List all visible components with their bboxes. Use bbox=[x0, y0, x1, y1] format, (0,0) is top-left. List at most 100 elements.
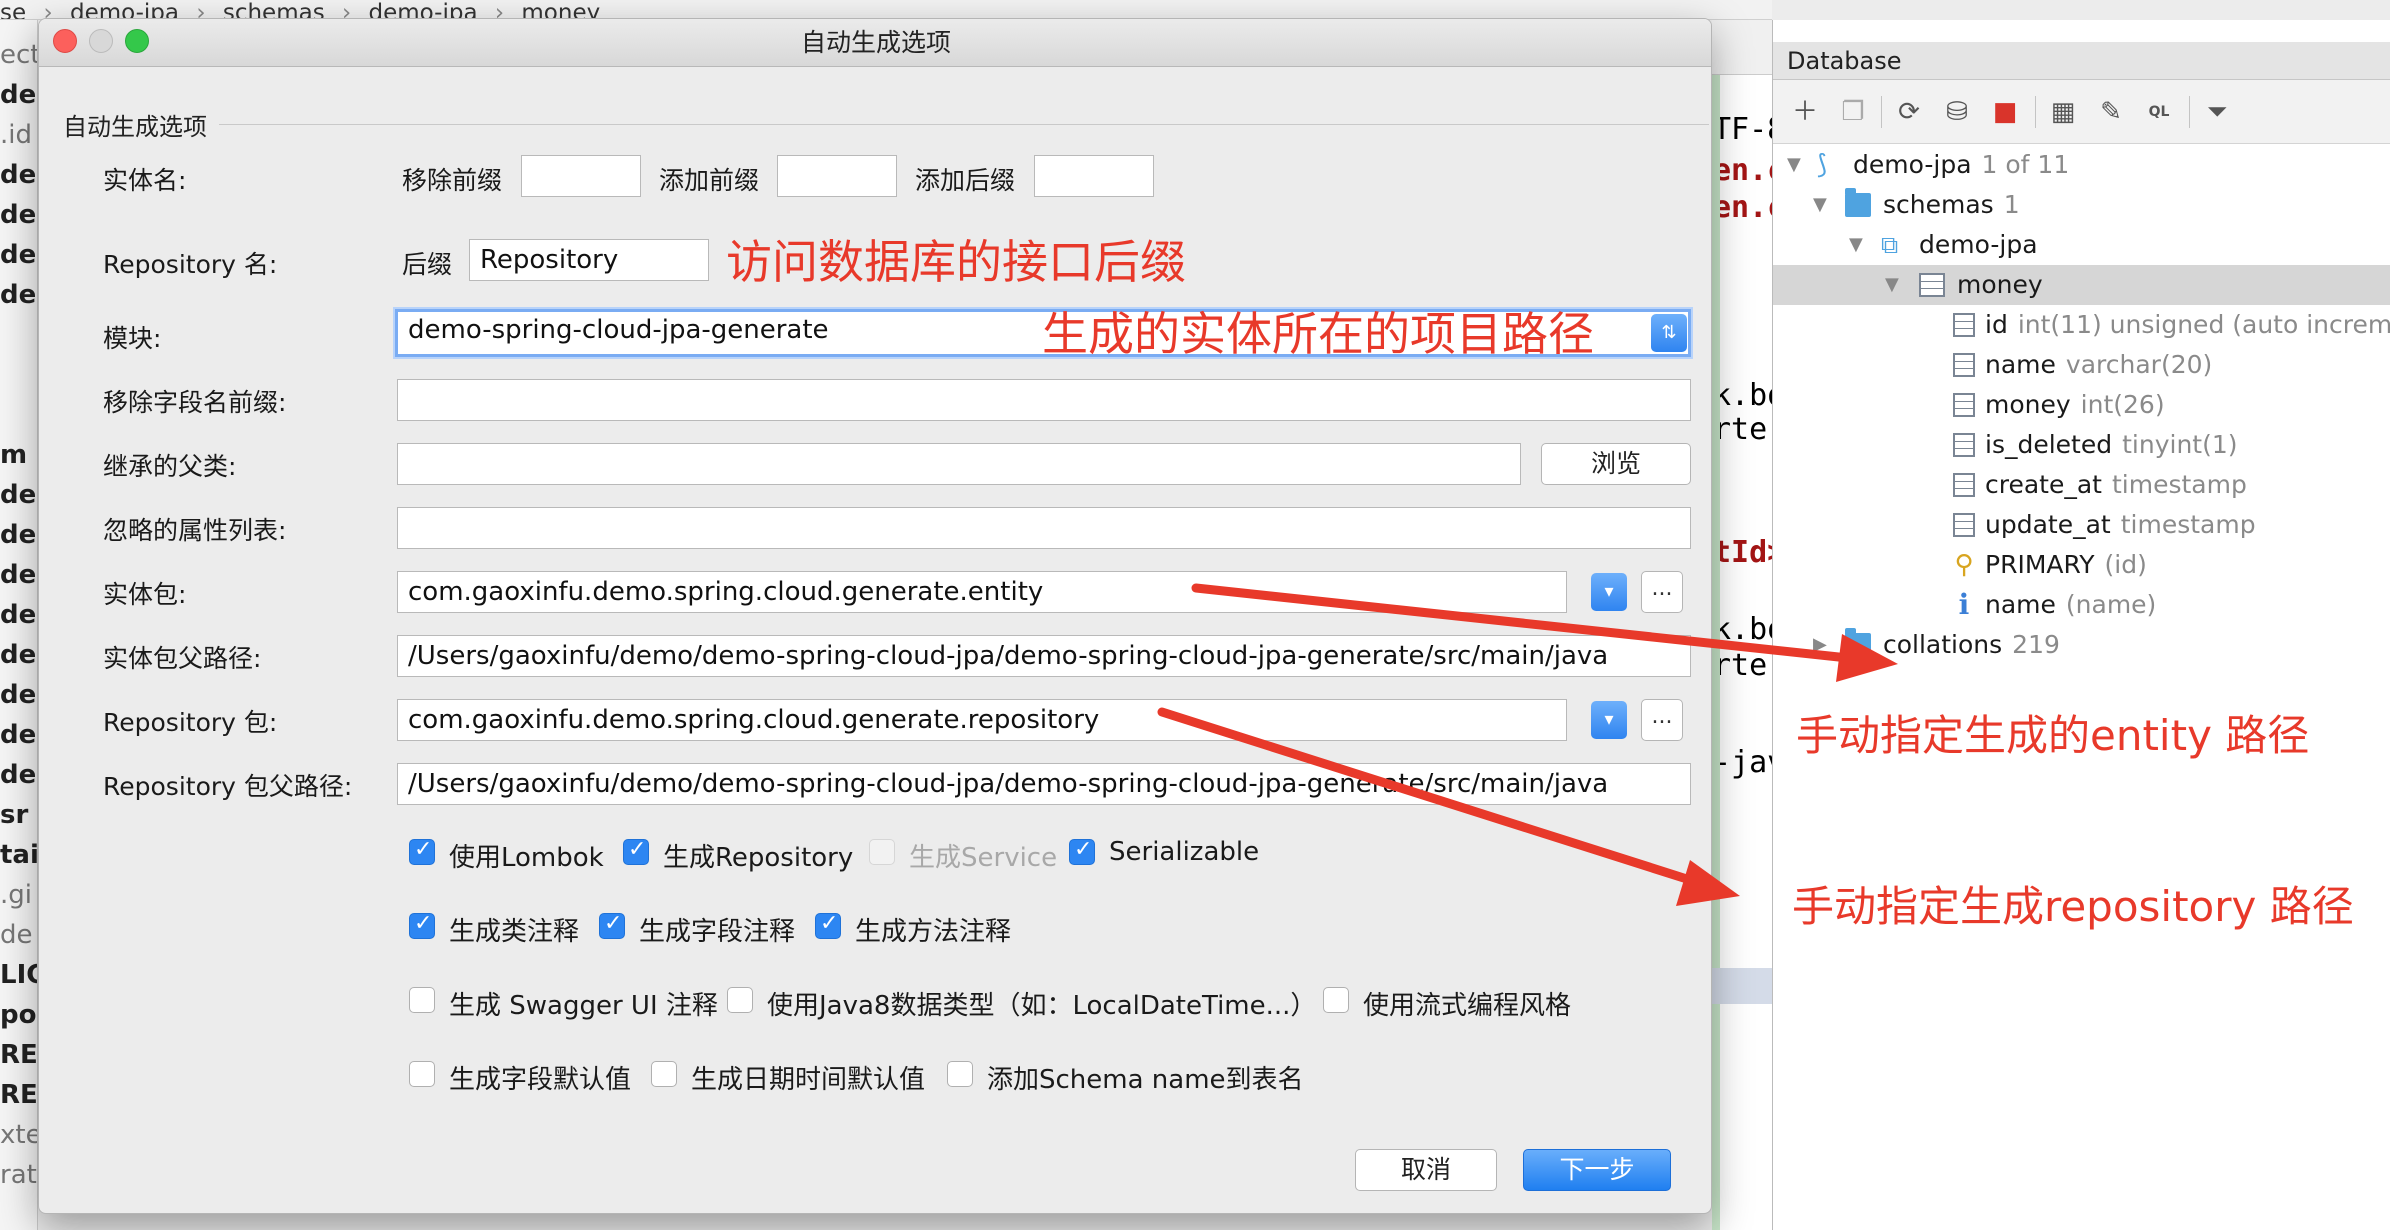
stop-icon[interactable]: ■ bbox=[1987, 94, 2023, 130]
breadcrumb-item[interactable]: se bbox=[0, 2, 26, 20]
tree-node-column[interactable]: money int(26) bbox=[1773, 385, 2390, 425]
datetime-default-checkbox[interactable] bbox=[651, 1061, 677, 1087]
swagger-comment-checkbox[interactable] bbox=[409, 987, 435, 1013]
refresh-icon[interactable]: ⟳ bbox=[1891, 94, 1927, 130]
expand-arrow-icon[interactable]: ▼ bbox=[1885, 265, 1899, 305]
entity-package-dropdown-icon[interactable]: ▾ bbox=[1591, 573, 1627, 611]
repository-package-dropdown-icon[interactable]: ▾ bbox=[1591, 701, 1627, 739]
fluent-style-label[interactable]: 使用流式编程风格 bbox=[1363, 985, 1571, 1022]
project-tree-item[interactable]: de bbox=[0, 640, 37, 676]
repository-package-select[interactable]: com.gaoxinfu.demo.spring.cloud.generate.… bbox=[397, 699, 1567, 741]
project-tree-item[interactable]: po bbox=[0, 1000, 37, 1036]
tree-node-schemas[interactable]: ▼ schemas 1 bbox=[1773, 185, 2390, 225]
project-tree-item[interactable]: sr bbox=[0, 800, 37, 836]
repository-parent-path-input[interactable]: /Users/gaoxinfu/demo/demo-spring-cloud-j… bbox=[397, 763, 1691, 805]
project-tree-item[interactable]: LIC bbox=[0, 960, 37, 996]
tree-node-schema[interactable]: ▼ ⧉ demo-jpa bbox=[1773, 225, 2390, 265]
serializable-checkbox[interactable] bbox=[1069, 837, 1095, 865]
tree-node-column[interactable]: is_deleted tinyint(1) bbox=[1773, 425, 2390, 465]
class-comment-checkbox[interactable] bbox=[409, 911, 435, 939]
project-tree-item[interactable]: de bbox=[0, 480, 37, 516]
project-tree-item[interactable]: ect bbox=[0, 40, 37, 76]
datetime-default-label[interactable]: 生成日期时间默认值 bbox=[691, 1059, 925, 1096]
add-icon[interactable]: ＋ bbox=[1787, 94, 1823, 130]
entity-package-more-button[interactable]: ... bbox=[1641, 571, 1683, 613]
project-tree-item[interactable]: de bbox=[0, 160, 37, 196]
java8-types-checkbox[interactable] bbox=[727, 987, 753, 1013]
method-comment-label[interactable]: 生成方法注释 bbox=[855, 911, 1011, 948]
filter-icon[interactable]: ⏷ bbox=[2199, 94, 2235, 130]
entity-package-select[interactable]: com.gaoxinfu.demo.spring.cloud.generate.… bbox=[397, 571, 1567, 613]
project-tree-item[interactable]: .id bbox=[0, 120, 37, 156]
class-comment-label[interactable]: 生成类注释 bbox=[449, 911, 579, 948]
java8-types-label[interactable]: 使用Java8数据类型（如：LocalDateTime...） bbox=[767, 985, 1316, 1022]
generate-repository-label[interactable]: 生成Repository bbox=[663, 837, 853, 874]
project-tree-item[interactable]: de bbox=[0, 600, 37, 636]
project-tree-item[interactable]: .gi bbox=[0, 880, 37, 916]
parent-class-input[interactable] bbox=[397, 443, 1521, 485]
duplicate-icon[interactable]: ❐ bbox=[1835, 94, 1871, 130]
dialog-titlebar[interactable]: 自动生成选项 bbox=[39, 19, 1711, 67]
expand-arrow-icon[interactable]: ▼ bbox=[1849, 225, 1863, 265]
fluent-style-checkbox[interactable] bbox=[1323, 987, 1349, 1013]
serializable-label[interactable]: Serializable bbox=[1109, 837, 1259, 867]
project-tree-item[interactable]: de bbox=[0, 680, 37, 716]
tree-node-collations[interactable]: ▶ collations 219 bbox=[1773, 625, 2390, 665]
close-window-button[interactable] bbox=[53, 29, 77, 53]
expand-arrow-icon[interactable]: ▼ bbox=[1787, 145, 1801, 185]
use-lombok-label[interactable]: 使用Lombok bbox=[449, 837, 604, 874]
project-tree-item[interactable] bbox=[0, 320, 37, 356]
field-comment-label[interactable]: 生成字段注释 bbox=[639, 911, 795, 948]
swagger-comment-label[interactable]: 生成 Swagger UI 注释 bbox=[449, 985, 718, 1022]
maximize-window-button[interactable] bbox=[125, 29, 149, 53]
tree-node-column[interactable]: update_at timestamp bbox=[1773, 505, 2390, 545]
use-lombok-checkbox[interactable] bbox=[409, 837, 435, 865]
project-tree-item[interactable]: de bbox=[0, 240, 37, 276]
code-editor[interactable]: TF-8en.cen.ck.bortertId>k.borter-jav bbox=[1712, 75, 1772, 1230]
expand-arrow-icon[interactable]: ▼ bbox=[1813, 185, 1827, 225]
project-tree-item[interactable]: m bbox=[0, 440, 37, 476]
project-tree-item[interactable]: RE bbox=[0, 1080, 37, 1116]
schema-sync-icon[interactable]: ⛁ bbox=[1939, 94, 1975, 130]
entity-parent-path-input[interactable]: /Users/gaoxinfu/demo/demo-spring-cloud-j… bbox=[397, 635, 1691, 677]
project-tree-item[interactable]: dem bbox=[0, 80, 37, 116]
sql-console-icon[interactable]: QL bbox=[2141, 94, 2177, 130]
repository-suffix-input[interactable]: Repository bbox=[469, 239, 709, 281]
generate-repository-checkbox[interactable] bbox=[623, 837, 649, 865]
project-tree-item[interactable]: de bbox=[0, 920, 37, 956]
minimize-window-button[interactable] bbox=[89, 29, 113, 53]
collapse-arrow-icon[interactable]: ▶ bbox=[1813, 625, 1827, 665]
method-comment-checkbox[interactable] bbox=[815, 911, 841, 939]
tree-node-index[interactable]: i name (name) bbox=[1773, 585, 2390, 625]
tree-node-column[interactable]: create_at timestamp bbox=[1773, 465, 2390, 505]
project-tree-item[interactable]: de bbox=[0, 760, 37, 796]
schema-name-label[interactable]: 添加Schema name到表名 bbox=[987, 1059, 1304, 1096]
project-tree-item[interactable]: de bbox=[0, 280, 37, 316]
project-tree-item[interactable]: de bbox=[0, 520, 37, 556]
tree-node-column[interactable]: name varchar(20) bbox=[1773, 345, 2390, 385]
project-tree-item[interactable]: rat bbox=[0, 1160, 37, 1196]
schema-name-checkbox[interactable] bbox=[947, 1061, 973, 1087]
tree-node-primary-key[interactable]: ⚲ PRIMARY (id) bbox=[1773, 545, 2390, 585]
field-default-checkbox[interactable] bbox=[409, 1061, 435, 1087]
add-prefix-input[interactable] bbox=[777, 155, 897, 197]
repository-package-more-button[interactable]: ... bbox=[1641, 699, 1683, 741]
add-suffix-input[interactable] bbox=[1034, 155, 1154, 197]
project-tree-item[interactable]: de bbox=[0, 200, 37, 236]
field-default-label[interactable]: 生成字段默认值 bbox=[449, 1059, 631, 1096]
project-tree-item[interactable]: de bbox=[0, 720, 37, 756]
project-tree-item[interactable]: RE bbox=[0, 1040, 37, 1076]
remove-field-prefix-input[interactable] bbox=[397, 379, 1691, 421]
project-tree-item[interactable]: tai bbox=[0, 840, 37, 876]
module-dropdown-icon[interactable]: ⇅ bbox=[1651, 314, 1687, 352]
field-comment-checkbox[interactable] bbox=[599, 911, 625, 939]
project-tree-item[interactable] bbox=[0, 400, 37, 436]
project-tree-item[interactable]: xte bbox=[0, 1120, 37, 1156]
table-view-icon[interactable]: ▦ bbox=[2045, 94, 2081, 130]
tree-node-table[interactable]: ▼ money bbox=[1773, 265, 2390, 305]
ignore-props-input[interactable] bbox=[397, 507, 1691, 549]
tree-node-datasource[interactable]: ▼ ⟆ demo-jpa 1 of 11 bbox=[1773, 145, 2390, 185]
remove-prefix-input[interactable] bbox=[521, 155, 641, 197]
browse-button[interactable]: 浏览 bbox=[1541, 443, 1691, 485]
edit-icon[interactable]: ✎ bbox=[2093, 94, 2129, 130]
